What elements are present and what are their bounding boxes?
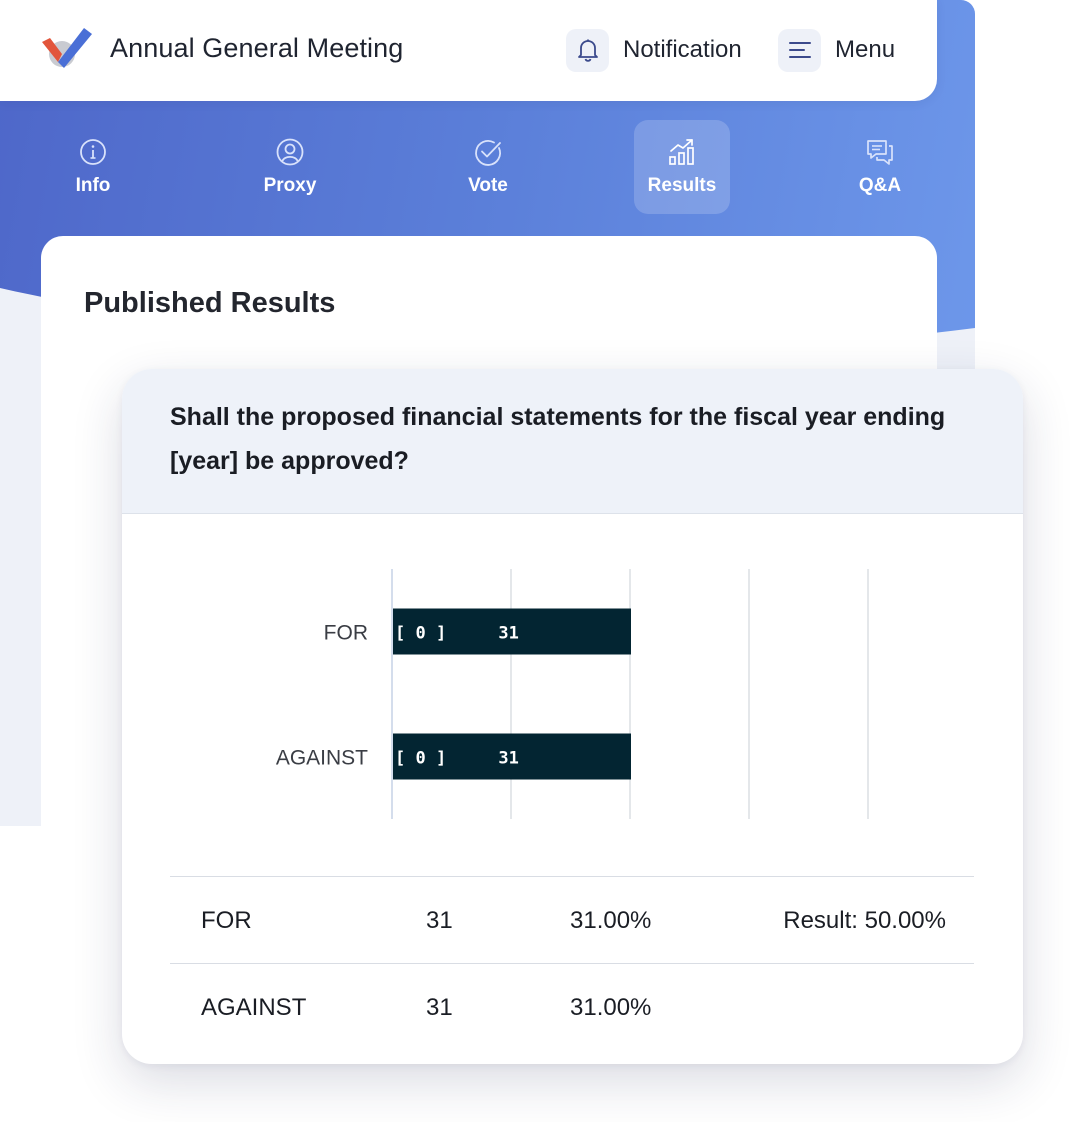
- chart-category-label: FOR: [324, 622, 368, 645]
- percent-cell: 31.00%: [570, 907, 652, 934]
- tab-label: Info: [75, 175, 111, 196]
- option-cell: FOR: [201, 907, 252, 934]
- app-title: Annual General Meeting: [110, 33, 404, 63]
- tab-bar: Info Proxy Vote Results Q&A: [0, 120, 975, 216]
- chat-icon: [867, 140, 893, 165]
- option-cell: AGAINST: [201, 994, 307, 1021]
- question-text: Shall the proposed financial statements …: [170, 403, 946, 475]
- chart-bar-prefix-label: [ 0 ]: [395, 624, 446, 644]
- top-bar: Annual General Meeting Notification Menu: [0, 0, 937, 101]
- bell-icon: [566, 28, 609, 72]
- chart-category-label: AGAINST: [276, 747, 368, 770]
- info-icon: [80, 139, 106, 165]
- bar-chart-icon: [669, 139, 694, 165]
- chart-data-label: 31: [498, 749, 518, 769]
- section-title: Published Results: [84, 287, 336, 319]
- notification-label: Notification: [623, 36, 742, 63]
- check-circle-icon: [475, 140, 501, 166]
- votes-cell: 31: [426, 907, 453, 934]
- user-circle-icon: [276, 138, 304, 166]
- menu-button[interactable]: Menu: [778, 28, 895, 72]
- tab-label: Q&A: [858, 175, 902, 196]
- app-logo-icon: [42, 28, 92, 68]
- tab-label: Proxy: [263, 175, 317, 196]
- votes-cell: 31: [426, 994, 453, 1021]
- tab-info[interactable]: Info: [45, 120, 141, 214]
- tab-qa[interactable]: Q&A: [832, 120, 928, 214]
- tab-label: Vote: [468, 175, 508, 196]
- tab-results[interactable]: Results: [634, 120, 730, 214]
- question-header: Shall the proposed financial statements …: [122, 369, 1023, 514]
- percent-cell: 31.00%: [570, 994, 652, 1021]
- chart-bar-prefix-label: [ 0 ]: [395, 749, 446, 769]
- table-row: AGAINST 31 31.00%: [170, 963, 974, 1041]
- results-card: Shall the proposed financial statements …: [122, 369, 1023, 1064]
- result-cell: Result: 50.00%: [783, 907, 946, 934]
- tab-vote[interactable]: Vote: [440, 120, 536, 214]
- results-bar-chart: FOR [ 0 ] 31 AGAINST [ 0 ] 31: [276, 569, 869, 819]
- chart-data-label: 31: [498, 624, 518, 644]
- results-table: FOR 31 31.00% Result: 50.00% AGAINST 31 …: [170, 876, 974, 1041]
- tab-proxy[interactable]: Proxy: [242, 120, 338, 214]
- notification-button[interactable]: Notification: [566, 28, 742, 72]
- menu-icon: [778, 28, 821, 72]
- tab-label: Results: [647, 175, 717, 196]
- menu-label: Menu: [835, 36, 896, 63]
- table-row: FOR 31 31.00% Result: 50.00%: [170, 876, 974, 963]
